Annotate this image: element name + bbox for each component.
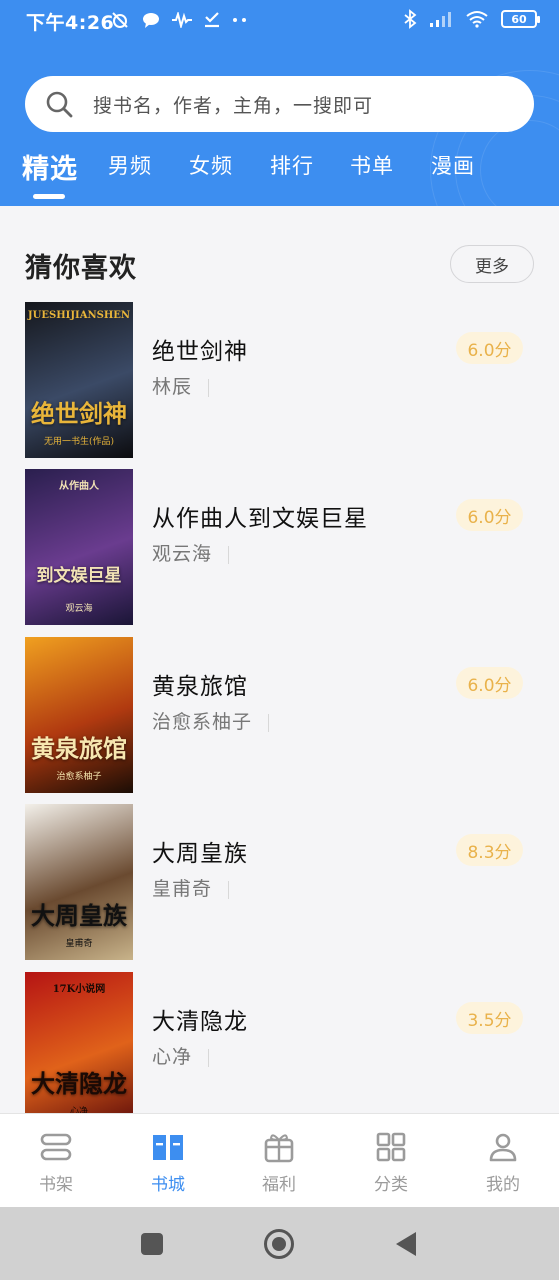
nav-book-store[interactable]: 书城 [118, 1114, 218, 1208]
book-cover[interactable]: 到文娱巨星 从作曲人观云海 [25, 469, 133, 625]
bottom-navigation: 书架 书城 福利 分类 我的 [0, 1113, 559, 1207]
category-grid-icon [376, 1132, 406, 1162]
book-author-name: 林辰 [152, 376, 193, 398]
book-title: 大清隐龙 [152, 1009, 248, 1035]
tab-ranking[interactable]: 排行 [270, 150, 314, 180]
cover-title-art: 黄泉旅馆 [31, 734, 127, 763]
cover-subtitle-art: 从作曲人 [59, 481, 99, 492]
book-cover[interactable]: 大周皇族 皇甫奇 [25, 804, 133, 960]
status-notification-icons [110, 10, 248, 30]
nav-profile[interactable]: 我的 [453, 1114, 553, 1208]
book-author: 观云海 [152, 539, 230, 566]
cover-title-art: 到文娱巨星 [36, 566, 122, 586]
book-item[interactable]: 黄泉旅馆 治愈系柚子 黄泉旅馆 治愈系柚子 6.0分 [0, 637, 559, 793]
book-author-name: 皇甫奇 [152, 878, 213, 900]
book-title: 从作曲人到文娱巨星 [152, 506, 368, 532]
status-bar: 下午4:26 60 [0, 0, 559, 42]
tab-male[interactable]: 男频 [108, 150, 152, 180]
cover-author-art: 治愈系柚子 [56, 772, 102, 782]
divider [268, 713, 270, 732]
nav-label: 书架 [39, 1175, 73, 1195]
cover-author-art: 无用一书生(作品) [43, 437, 115, 447]
more-button[interactable]: 更多 [450, 245, 534, 283]
book-title: 绝世剑神 [152, 339, 248, 365]
nav-label: 分类 [374, 1175, 408, 1195]
score-badge: 6.0分 [456, 667, 523, 699]
divider [208, 1048, 210, 1067]
book-store-icon [153, 1135, 183, 1160]
section-title: 猜你喜欢 [25, 253, 137, 284]
cover-title-art: 大清隐龙 [31, 1069, 127, 1098]
book-title: 大周皇族 [152, 841, 248, 867]
book-cover[interactable]: 绝世剑神 JUESHIJIANSHEN 无用一书生(作品) [25, 302, 133, 458]
battery-level: 60 [511, 12, 527, 26]
nav-bookshelf[interactable]: 书架 [6, 1114, 106, 1208]
book-item[interactable]: 到文娱巨星 从作曲人观云海 从作曲人到文娱巨星 观云海 6.0分 [0, 469, 559, 625]
home-button[interactable] [263, 1228, 295, 1260]
divider [228, 880, 230, 899]
cover-title-art: 绝世剑神 [31, 399, 127, 428]
cover-subtitle-art: JUESHIJIANSHEN [27, 310, 131, 321]
nav-category[interactable]: 分类 [341, 1114, 441, 1208]
search-bar[interactable]: 搜书名，作者，主角，一搜即可 [25, 76, 534, 132]
system-navigation-bar [0, 1207, 559, 1280]
score-badge: 3.5分 [456, 1002, 523, 1034]
bluetooth-icon [404, 9, 417, 29]
download-done-icon [205, 12, 219, 28]
category-tabs: 精选 男频 女频 排行 书单 漫画 [0, 150, 559, 200]
book-item[interactable]: 大周皇族 皇甫奇 大周皇族 皇甫奇 8.3分 [0, 804, 559, 960]
tab-featured[interactable]: 精选 [22, 147, 78, 186]
wifi-icon [466, 11, 488, 28]
book-author-name: 观云海 [152, 543, 213, 565]
cover-author-art: 观云海 [65, 604, 93, 614]
divider [208, 378, 210, 397]
nav-welfare[interactable]: 福利 [229, 1114, 329, 1208]
alarm-off-icon [112, 12, 128, 28]
tab-female[interactable]: 女频 [189, 150, 233, 180]
nav-label: 福利 [262, 1175, 296, 1195]
book-author: 心净 [152, 1042, 210, 1069]
gift-icon [264, 1134, 294, 1163]
profile-icon [489, 1133, 517, 1162]
nav-label: 我的 [486, 1175, 520, 1195]
book-author-name: 心净 [152, 1046, 193, 1068]
battery-icon: 60 [501, 10, 540, 28]
score-badge: 6.0分 [456, 499, 523, 531]
book-author-name: 治愈系柚子 [152, 711, 253, 733]
bookshelf-icon [40, 1133, 72, 1161]
divider [228, 545, 230, 564]
active-tab-indicator [33, 194, 65, 199]
recent-apps-button[interactable] [140, 1232, 164, 1256]
book-author: 林辰 [152, 372, 210, 399]
back-button[interactable] [394, 1231, 418, 1257]
chat-bubble-icon [143, 13, 159, 28]
top-header: 下午4:26 60 搜书名，作者，主角，一搜即可 精选 男频 女频 排行 书单 … [0, 0, 559, 206]
search-icon [46, 91, 73, 118]
book-cover[interactable]: 大清隐龙 17K小说网 心净 [25, 972, 133, 1128]
score-badge: 6.0分 [456, 332, 523, 364]
search-placeholder: 搜书名，作者，主角，一搜即可 [93, 94, 374, 117]
score-badge: 8.3分 [456, 834, 523, 866]
tab-comics[interactable]: 漫画 [431, 150, 475, 180]
book-title: 黄泉旅馆 [152, 674, 248, 700]
cover-title-art: 大周皇族 [31, 901, 127, 930]
book-cover[interactable]: 黄泉旅馆 治愈系柚子 [25, 637, 133, 793]
nav-label: 书城 [151, 1175, 185, 1195]
status-system-icons: 60 [403, 9, 540, 29]
book-author: 治愈系柚子 [152, 707, 270, 734]
status-time: 下午4:26 [26, 12, 115, 34]
more-dots-icon [233, 18, 246, 22]
tab-booklist[interactable]: 书单 [350, 150, 394, 180]
cover-subtitle-art: 17K小说网 [52, 984, 106, 995]
book-item[interactable]: 大清隐龙 17K小说网 心净 大清隐龙 心净 3.5分 [0, 972, 559, 1128]
signal-icon [430, 12, 451, 27]
cover-author-art: 皇甫奇 [65, 939, 93, 949]
book-item[interactable]: 绝世剑神 JUESHIJIANSHEN 无用一书生(作品) 绝世剑神 林辰 6.0分 [0, 302, 559, 458]
book-author: 皇甫奇 [152, 874, 230, 901]
audio-wave-icon [172, 12, 192, 28]
